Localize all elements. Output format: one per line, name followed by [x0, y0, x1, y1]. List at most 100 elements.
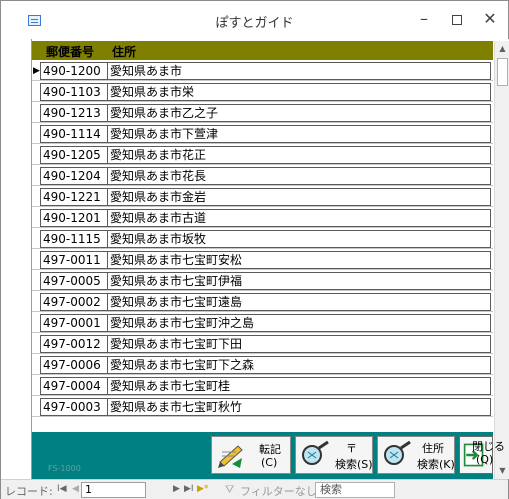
record-selector[interactable] — [32, 356, 40, 374]
address-field[interactable]: 愛知県あま市古道 — [108, 209, 491, 227]
filter-icon: ⛛ — [225, 483, 235, 496]
address-field[interactable]: 愛知県あま市七宝町沖之島 — [108, 314, 491, 332]
record-selector[interactable]: ▶ — [32, 62, 40, 80]
next-record-icon[interactable]: ▶ — [173, 484, 180, 494]
record-selector[interactable] — [32, 125, 40, 143]
record-selector[interactable] — [32, 83, 40, 101]
zip-field[interactable]: 490-1114 — [40, 125, 108, 143]
form-footer: FS-1000 転記 (C) 〒 検索(S) 住所 検索(K) — [32, 432, 493, 479]
record-row[interactable]: 490-1221 愛知県あま市金岩 — [32, 188, 493, 207]
record-selector[interactable] — [32, 167, 40, 185]
record-selector[interactable] — [32, 398, 40, 416]
first-record-icon[interactable]: I◀ — [57, 484, 67, 494]
close-window-button[interactable]: ✕ — [475, 7, 505, 31]
zip-field[interactable]: 490-1200 — [40, 62, 108, 80]
zip-field[interactable]: 490-1103 — [40, 83, 108, 101]
record-row[interactable]: 497-0005 愛知県あま市七宝町伊福 — [32, 272, 493, 291]
zip-field[interactable]: 497-0002 — [40, 293, 108, 311]
transcribe-button[interactable]: 転記 (C) — [211, 436, 291, 474]
zip-field[interactable]: 497-0006 — [40, 356, 108, 374]
new-record-icon[interactable]: ▶* — [197, 484, 208, 494]
record-row[interactable]: 497-0002 愛知県あま市七宝町遠島 — [32, 293, 493, 312]
zip-field[interactable]: 490-1115 — [40, 230, 108, 248]
title-bar: ぽすとガイド – ✕ — [1, 1, 508, 39]
zip-field[interactable]: 497-0011 — [40, 251, 108, 269]
record-row[interactable]: 497-0001 愛知県あま市七宝町沖之島 — [32, 314, 493, 333]
record-row[interactable]: 490-1204 愛知県あま市花長 — [32, 167, 493, 186]
minimize-button[interactable]: – — [409, 7, 439, 31]
scroll-up-icon[interactable]: ▲ — [495, 41, 509, 57]
zip-field[interactable]: 497-0001 — [40, 314, 108, 332]
address-field[interactable]: 愛知県あま市下萱津 — [108, 125, 491, 143]
transcribe-label: 転記 — [259, 443, 281, 456]
record-row[interactable]: 490-1103 愛知県あま市栄 — [32, 83, 493, 102]
zip-field[interactable]: 490-1201 — [40, 209, 108, 227]
record-selector[interactable] — [32, 293, 40, 311]
search-input[interactable]: 検索 — [315, 482, 395, 498]
maximize-button[interactable] — [442, 7, 472, 31]
last-record-icon[interactable]: ▶I — [184, 484, 194, 494]
record-row[interactable]: 497-0003 愛知県あま市七宝町秋竹 — [32, 398, 493, 417]
vertical-scrollbar[interactable]: ▲ ▼ — [494, 41, 509, 479]
current-record-input[interactable]: 1 — [81, 482, 146, 498]
record-selector[interactable] — [32, 335, 40, 353]
record-row[interactable]: 497-0006 愛知県あま市七宝町下之森 — [32, 356, 493, 375]
scroll-thumb[interactable] — [497, 58, 508, 86]
record-selector[interactable] — [32, 377, 40, 395]
zip-field[interactable]: 497-0004 — [40, 377, 108, 395]
address-field[interactable]: 愛知県あま市 — [108, 62, 491, 80]
zip-column-header: 郵便番号 — [46, 45, 95, 59]
transcribe-shortcut: (C) — [261, 456, 278, 469]
record-row[interactable]: 497-0004 愛知県あま市七宝町桂 — [32, 377, 493, 396]
record-row[interactable]: 490-1115 愛知県あま市坂牧 — [32, 230, 493, 249]
zip-field[interactable]: 497-0003 — [40, 398, 108, 416]
record-selector[interactable] — [32, 314, 40, 332]
search-address-label: 住所 — [422, 442, 444, 455]
record-row[interactable]: 490-1114 愛知県あま市下萱津 — [32, 125, 493, 144]
zip-field[interactable]: 490-1213 — [40, 104, 108, 122]
search-address-shortcut: 検索(K) — [417, 458, 455, 471]
record-row[interactable]: 497-0012 愛知県あま市七宝町下田 — [32, 335, 493, 354]
record-selector[interactable] — [32, 188, 40, 206]
record-selector[interactable] — [32, 104, 40, 122]
record-selector[interactable] — [32, 251, 40, 269]
form-code: FS-1000 — [48, 464, 81, 473]
address-field[interactable]: 愛知県あま市七宝町下之森 — [108, 356, 491, 374]
search-zip-button[interactable]: 〒 検索(S) — [295, 436, 373, 474]
address-field[interactable]: 愛知県あま市金岩 — [108, 188, 491, 206]
address-field[interactable]: 愛知県あま市花長 — [108, 167, 491, 185]
zip-field[interactable]: 490-1204 — [40, 167, 108, 185]
address-field[interactable]: 愛知県あま市花正 — [108, 146, 491, 164]
address-field[interactable]: 愛知県あま市七宝町伊福 — [108, 272, 491, 290]
app-window: ぽすとガイド – ✕ 郵便番号 住所 ▶ 490-1200 愛知県あま市 490-11… — [0, 0, 509, 499]
record-row[interactable]: 490-1201 愛知県あま市古道 — [32, 209, 493, 228]
zip-field[interactable]: 490-1221 — [40, 188, 108, 206]
record-selector[interactable] — [32, 272, 40, 290]
previous-record-icon[interactable]: ◀ — [72, 484, 79, 494]
address-field[interactable]: 愛知県あま市坂牧 — [108, 230, 491, 248]
record-selector[interactable] — [32, 146, 40, 164]
maximize-icon — [452, 14, 462, 25]
zip-field[interactable]: 490-1205 — [40, 146, 108, 164]
scroll-down-icon[interactable]: ▼ — [495, 463, 509, 479]
address-field[interactable]: 愛知県あま市乙之子 — [108, 104, 491, 122]
address-field[interactable]: 愛知県あま市栄 — [108, 83, 491, 101]
record-selector[interactable] — [32, 209, 40, 227]
address-field[interactable]: 愛知県あま市七宝町桂 — [108, 377, 491, 395]
address-field[interactable]: 愛知県あま市七宝町下田 — [108, 335, 491, 353]
address-field[interactable]: 愛知県あま市七宝町安松 — [108, 251, 491, 269]
search-address-button[interactable]: 住所 検索(K) — [377, 436, 455, 474]
filter-status[interactable]: フィルターなし — [240, 483, 317, 499]
record-selector[interactable] — [32, 230, 40, 248]
address-field[interactable]: 愛知県あま市七宝町遠島 — [108, 293, 491, 311]
search-zip-shortcut: 検索(S) — [335, 458, 373, 471]
magnifier-icon — [302, 440, 329, 465]
record-row[interactable]: 490-1205 愛知県あま市花正 — [32, 146, 493, 165]
zip-field[interactable]: 497-0005 — [40, 272, 108, 290]
address-field[interactable]: 愛知県あま市七宝町秋竹 — [108, 398, 491, 416]
record-row[interactable]: 497-0011 愛知県あま市七宝町安松 — [32, 251, 493, 270]
close-form-shortcut: (Q) — [476, 453, 494, 466]
record-row[interactable]: 490-1213 愛知県あま市乙之子 — [32, 104, 493, 123]
zip-field[interactable]: 497-0012 — [40, 335, 108, 353]
record-row[interactable]: ▶ 490-1200 愛知県あま市 — [32, 62, 493, 81]
